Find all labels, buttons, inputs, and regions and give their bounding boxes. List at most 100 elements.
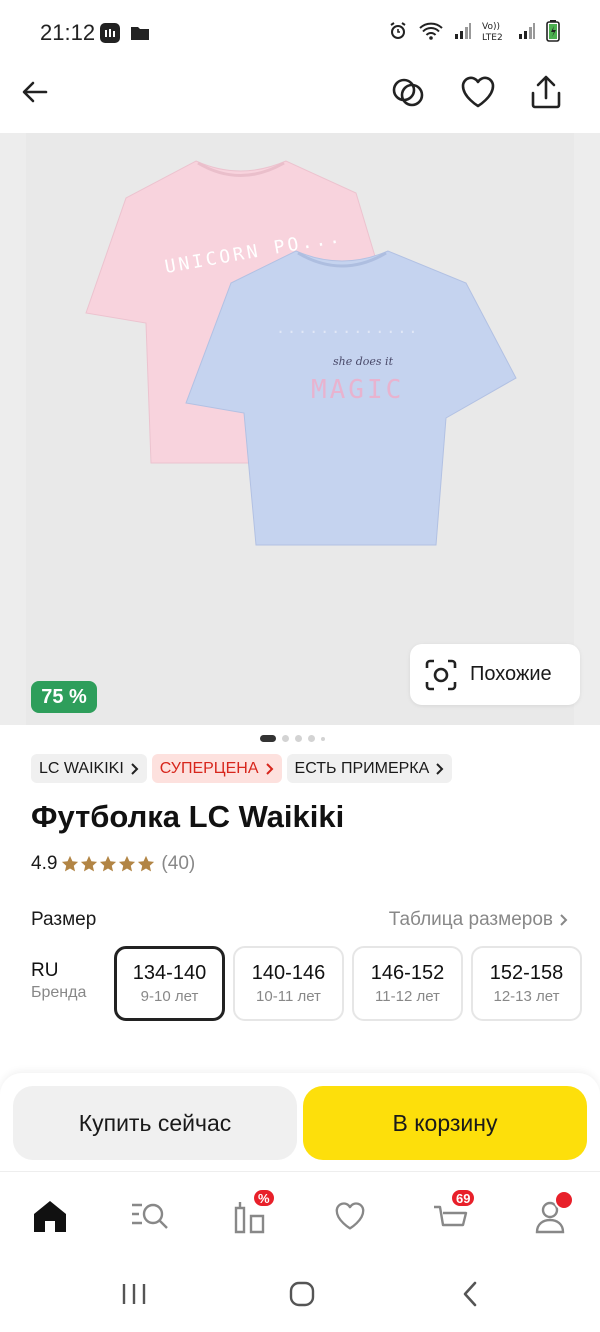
nav-favorites[interactable] xyxy=(328,1194,372,1238)
blue-print-big: MAGIC xyxy=(311,375,404,405)
product-title: Футболка LC Waikiki xyxy=(31,799,345,834)
size-system-sub: Бренда xyxy=(31,984,87,1001)
chevron-right-icon xyxy=(265,762,273,775)
pagination-dot xyxy=(282,735,289,742)
star-icon xyxy=(100,855,117,872)
reviews-count: (40) xyxy=(161,853,196,874)
nav-catalog[interactable] xyxy=(128,1194,172,1238)
cart-badge: 69 xyxy=(450,1188,477,1208)
star-icon xyxy=(62,855,79,872)
status-system-icons: Vo)) LTE2 xyxy=(388,20,560,42)
size-system-main: RU xyxy=(31,960,59,981)
heart-icon xyxy=(461,76,495,108)
size-age: 12-13 лет xyxy=(493,988,560,1005)
size-age: 11-12 лет xyxy=(375,988,440,1005)
favorite-button[interactable] xyxy=(454,68,502,116)
blue-print-small: she does it xyxy=(333,355,394,368)
svg-text:Vo)): Vo)) xyxy=(482,22,500,32)
compare-circles-icon xyxy=(392,78,424,107)
star-icon xyxy=(138,855,155,872)
status-notification-icons xyxy=(99,22,151,44)
battery-icon xyxy=(546,20,560,42)
size-option[interactable]: 152-158 12-13 лет xyxy=(471,946,582,1021)
size-option-selected[interactable]: 134-140 9-10 лет xyxy=(114,946,225,1021)
superprice-chip-label: СУПЕРЦЕНА xyxy=(159,759,259,777)
visual-search-icon xyxy=(425,659,457,690)
svg-text:LTE2: LTE2 xyxy=(482,33,503,42)
size-value: 134-140 xyxy=(132,962,207,984)
size-label: Размер xyxy=(31,909,97,930)
home-circle-icon xyxy=(289,1281,315,1307)
recent-apps-icon xyxy=(122,1284,146,1304)
arrow-left-icon xyxy=(22,81,48,103)
chevron-left-icon xyxy=(463,1281,477,1307)
size-option[interactable]: 140-146 10-11 лет xyxy=(233,946,344,1021)
pagination-dot xyxy=(295,735,302,742)
profile-notification-dot xyxy=(554,1190,574,1210)
nav-promo[interactable]: % xyxy=(228,1188,276,1238)
back-button[interactable] xyxy=(11,68,59,116)
star-icon xyxy=(81,855,98,872)
brand-chip-label: LC WAIKIKI xyxy=(39,759,124,777)
size-header: Размер Таблица размеров xyxy=(31,909,568,931)
rating-stars xyxy=(61,855,155,873)
home-system-button[interactable] xyxy=(282,1277,322,1311)
size-system[interactable]: RU Бренда xyxy=(31,960,86,1002)
pagination-dot-active xyxy=(260,735,276,742)
tshirts-illustration: UNICORN PO... ............. she does it … xyxy=(85,160,517,546)
size-age: 9-10 лет xyxy=(140,988,199,1005)
svg-text:.............: ............. xyxy=(276,319,419,337)
volte-icon: Vo))LTE2 xyxy=(482,22,503,42)
signal-2-icon xyxy=(519,23,535,39)
product-app-bar xyxy=(0,66,600,132)
size-value: 140-146 xyxy=(251,962,326,984)
system-navigation xyxy=(0,1257,600,1332)
product-rating[interactable]: 4.9 (40) xyxy=(31,853,195,875)
wifi-icon xyxy=(419,22,443,40)
pagination-dot xyxy=(308,735,315,742)
home-icon xyxy=(34,1201,66,1232)
chevron-right-icon xyxy=(436,762,444,775)
discount-badge: 75 % xyxy=(31,681,97,713)
brand-chip[interactable]: LC WAIKIKI xyxy=(31,754,147,783)
size-option[interactable]: 146-152 11-12 лет xyxy=(352,946,463,1021)
app-notification-icon xyxy=(100,23,120,43)
bottom-navigation: % 69 xyxy=(0,1171,600,1257)
size-table-link-label: Таблица размеров xyxy=(388,909,553,930)
product-image: UNICORN PO... ............. she does it … xyxy=(26,133,574,725)
folder-icon xyxy=(131,27,149,40)
size-options: 134-140 9-10 лет 140-146 10-11 лет 146-1… xyxy=(114,946,582,1021)
status-time: 21:12 xyxy=(40,20,96,45)
gallery-pagination xyxy=(260,735,325,742)
size-table-link[interactable]: Таблица размеров xyxy=(389,909,568,931)
nav-profile[interactable] xyxy=(528,1190,574,1238)
size-age: 10-11 лет xyxy=(256,988,321,1005)
star-icon xyxy=(119,855,136,872)
chevron-right-icon xyxy=(131,762,139,775)
system-back-button[interactable] xyxy=(450,1277,490,1311)
alarm-icon xyxy=(390,22,406,39)
share-icon xyxy=(531,75,561,109)
size-value: 146-152 xyxy=(370,962,445,984)
similar-products-label: Похожие xyxy=(470,663,552,685)
signal-icon xyxy=(455,23,471,39)
product-chips: LC WAIKIKI СУПЕРЦЕНА ЕСТЬ ПРИМЕРКА xyxy=(31,754,453,783)
purchase-bar: Купить сейчас В корзину xyxy=(0,1073,600,1171)
status-bar: 21:12 Vo)) LTE2 xyxy=(0,0,600,66)
share-button[interactable] xyxy=(522,68,570,116)
chevron-right-icon xyxy=(560,914,568,926)
buy-now-button[interactable]: Купить сейчас xyxy=(13,1086,297,1160)
superprice-chip[interactable]: СУПЕРЦЕНА xyxy=(151,754,282,783)
recent-apps-button[interactable] xyxy=(114,1277,154,1311)
similar-products-button[interactable]: Похожие xyxy=(410,644,580,705)
nav-home[interactable] xyxy=(28,1194,72,1238)
compare-button[interactable] xyxy=(384,68,432,116)
fitting-chip-label: ЕСТЬ ПРИМЕРКА xyxy=(294,759,430,777)
rating-value: 4.9 xyxy=(31,853,58,874)
nav-cart[interactable]: 69 xyxy=(428,1188,477,1238)
catalog-search-icon xyxy=(132,1203,168,1229)
add-to-cart-button[interactable]: В корзину xyxy=(303,1086,587,1160)
product-image-gallery[interactable]: UNICORN PO... ............. she does it … xyxy=(0,133,600,725)
size-value: 152-158 xyxy=(489,962,564,984)
fitting-chip[interactable]: ЕСТЬ ПРИМЕРКА xyxy=(286,754,453,783)
